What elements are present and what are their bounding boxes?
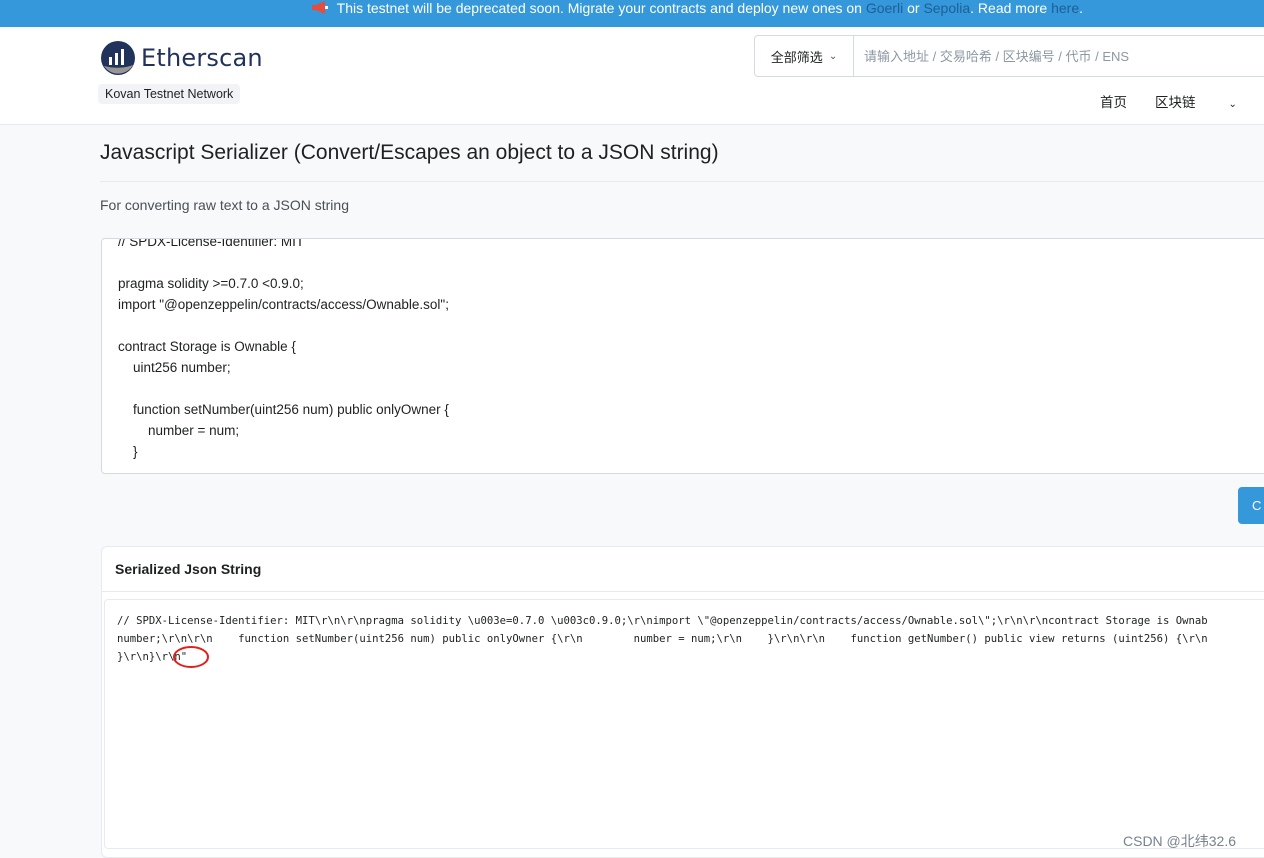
code-line: uint256 number;	[118, 360, 231, 375]
raw-text-input[interactable]: // SPDX-License-Identifier: MIT pragma s…	[101, 238, 1264, 474]
code-line: }	[118, 444, 138, 459]
nav-home[interactable]: 首页	[1100, 91, 1127, 111]
banner-text-before: This testnet will be deprecated soon. Mi…	[336, 0, 866, 16]
main-nav: 首页 区块链⌄ 代	[1100, 91, 1264, 111]
chevron-down-icon: ⌄	[1228, 99, 1237, 110]
code-line: number = num;	[118, 423, 240, 438]
nav-blockchain-label: 区块链	[1155, 95, 1196, 110]
code-line: // SPDX-License-Identifier: MIT	[118, 238, 305, 249]
logo-text: Etherscan	[141, 44, 263, 72]
search-filter-dropdown[interactable]: 全部筛选 ⌄	[755, 36, 854, 76]
raw-text-content: // SPDX-License-Identifier: MIT pragma s…	[118, 238, 449, 462]
code-line: contract Storage is Ownable {	[118, 339, 296, 354]
serialized-output-text: // SPDX-License-Identifier: MIT\r\n\r\np…	[117, 612, 1208, 666]
code-line: import "@openzeppelin/contracts/access/O…	[118, 297, 449, 312]
convert-button[interactable]: C	[1238, 487, 1264, 524]
title-divider	[100, 181, 1264, 182]
page-title: Javascript Serializer (Convert/Escapes a…	[100, 141, 719, 164]
banner-text-read-more: . Read more	[970, 0, 1052, 16]
csdn-watermark: CSDN @北纬32.6	[1123, 833, 1237, 849]
etherscan-logo[interactable]: Etherscan	[100, 40, 263, 76]
code-line: function setNumber(uint256 num) public o…	[118, 402, 449, 417]
output-line: number;\r\n\r\n function setNumber(uint2…	[117, 633, 1208, 645]
serialized-output[interactable]: // SPDX-License-Identifier: MIT\r\n\r\np…	[104, 599, 1264, 849]
search-input[interactable]	[854, 36, 1264, 76]
annotation-circle	[173, 646, 209, 668]
code-line: pragma solidity >=0.7.0 <0.9.0;	[118, 276, 304, 291]
site-header: Etherscan Kovan Testnet Network 全部筛选 ⌄ 首…	[0, 27, 1264, 125]
here-link[interactable]: here	[1051, 0, 1079, 16]
chevron-down-icon: ⌄	[828, 50, 838, 62]
banner-text-or: or	[903, 0, 924, 16]
nav-blockchain[interactable]: 区块链 ⌄	[1155, 91, 1264, 111]
search-filter-label: 全部筛选	[770, 49, 823, 65]
deprecation-banner: This testnet will be deprecated soon. Mi…	[0, 0, 1264, 27]
goerli-link[interactable]: Goerli	[866, 0, 903, 16]
sepolia-link[interactable]: Sepolia	[923, 0, 970, 16]
page-subtitle: For converting raw text to a JSON string	[100, 197, 349, 213]
output-line: }\r\n}\r\n"	[117, 651, 188, 663]
result-heading: Serialized Json String	[102, 547, 1264, 592]
serialized-result-card: Serialized Json String // SPDX-License-I…	[101, 546, 1264, 858]
search-bar: 全部筛选 ⌄	[754, 35, 1264, 77]
banner-text-end: .	[1079, 0, 1083, 16]
etherscan-logo-icon	[101, 41, 135, 75]
output-line: // SPDX-License-Identifier: MIT\r\n\r\np…	[117, 615, 1208, 627]
megaphone-icon	[312, 1, 328, 14]
banner-message: This testnet will be deprecated soon. Mi…	[311, 0, 1083, 16]
network-badge: Kovan Testnet Network	[98, 84, 241, 104]
